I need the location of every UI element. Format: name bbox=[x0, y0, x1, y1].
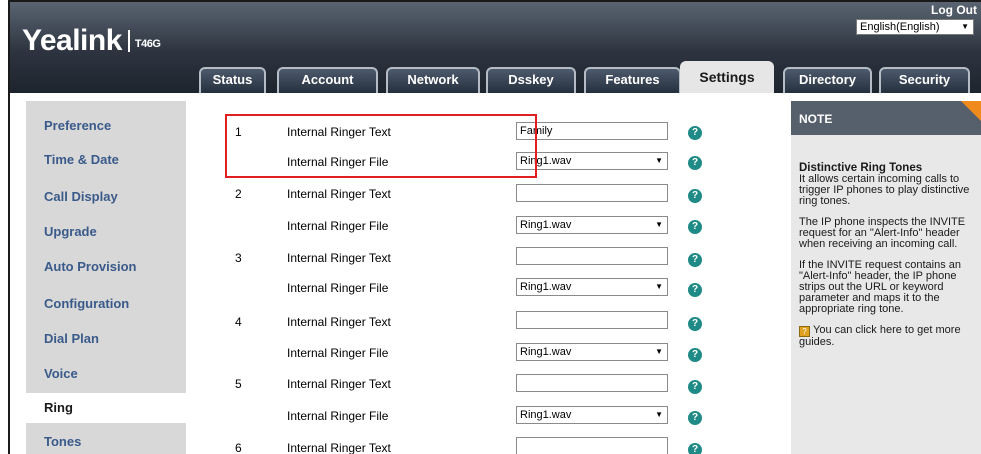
main-tabs: Status Account Network Dsskey Features S… bbox=[10, 61, 981, 94]
chevron-down-icon: ▼ bbox=[655, 156, 663, 165]
sidebar: Preference Time & Date Call Display Upgr… bbox=[26, 101, 186, 454]
help-icon[interactable]: ? bbox=[688, 156, 702, 170]
internal-ringer-file-label: Internal Ringer File bbox=[287, 281, 389, 295]
internal-ringer-text-input[interactable] bbox=[516, 374, 668, 392]
row-number: 6 bbox=[235, 441, 242, 454]
tab-directory[interactable]: Directory bbox=[783, 67, 872, 93]
tab-dsskey[interactable]: Dsskey bbox=[486, 67, 576, 93]
highlight-box bbox=[225, 114, 537, 178]
note-corner-icon bbox=[961, 101, 981, 121]
note-paragraph: The IP phone inspects the INVITE request… bbox=[799, 216, 966, 250]
internal-ringer-text-input[interactable] bbox=[516, 437, 668, 454]
internal-ringer-text-label: Internal Ringer Text bbox=[287, 251, 391, 265]
sidebar-item-auto-provision[interactable]: Auto Provision bbox=[26, 252, 186, 282]
tab-status[interactable]: Status bbox=[199, 67, 266, 93]
note-guide-link[interactable]: ? You can click here to get more guides. bbox=[799, 325, 975, 348]
internal-ringer-file-label: Internal Ringer File bbox=[287, 219, 389, 233]
note-paragraph: It allows certain incoming calls to trig… bbox=[799, 173, 970, 207]
sidebar-item-ring[interactable]: Ring bbox=[26, 393, 186, 423]
tab-network[interactable]: Network bbox=[386, 67, 480, 93]
browser-frame: Yealink T46G Log Out English(English) ▼ St… bbox=[8, 0, 981, 454]
internal-ringer-text-label: Internal Ringer Text bbox=[287, 315, 391, 329]
help-icon[interactable]: ? bbox=[688, 317, 702, 331]
internal-ringer-file-select[interactable]: Ring1.wav ▼ bbox=[516, 343, 668, 361]
help-icon[interactable]: ? bbox=[688, 189, 702, 203]
sidebar-item-time-date[interactable]: Time & Date bbox=[26, 145, 186, 175]
internal-ringer-file-select[interactable]: Ring1.wav ▼ bbox=[516, 152, 668, 170]
sidebar-item-tones[interactable]: Tones bbox=[26, 427, 186, 454]
chevron-down-icon: ▼ bbox=[655, 347, 663, 356]
sidebar-item-upgrade[interactable]: Upgrade bbox=[26, 217, 186, 247]
internal-ringer-file-select[interactable]: Ring1.wav ▼ bbox=[516, 216, 668, 234]
internal-ringer-text-input[interactable] bbox=[516, 247, 668, 265]
internal-ringer-text-input[interactable] bbox=[516, 311, 668, 329]
language-select[interactable]: English(English) ▼ bbox=[856, 19, 974, 35]
help-icon[interactable]: ? bbox=[688, 411, 702, 425]
internal-ringer-text-input[interactable]: Family bbox=[516, 122, 668, 140]
internal-ringer-file-select[interactable]: Ring1.wav ▼ bbox=[516, 278, 668, 296]
sidebar-item-voice[interactable]: Voice bbox=[26, 359, 186, 389]
internal-ringer-file-label: Internal Ringer File bbox=[287, 346, 389, 360]
header-bar: Yealink T46G Log Out English(English) ▼ St… bbox=[10, 2, 981, 94]
chevron-down-icon: ▼ bbox=[655, 410, 663, 419]
help-icon[interactable]: ? bbox=[688, 220, 702, 234]
row-number: 2 bbox=[235, 187, 242, 201]
sidebar-item-dial-plan[interactable]: Dial Plan bbox=[26, 324, 186, 354]
row-number: 4 bbox=[235, 315, 242, 329]
help-icon[interactable]: ? bbox=[688, 253, 702, 267]
logout-link[interactable]: Log Out bbox=[931, 3, 977, 17]
note-body: Distinctive Ring Tones It allows certain… bbox=[799, 162, 975, 358]
row-number: 3 bbox=[235, 251, 242, 265]
note-header: NOTE bbox=[791, 101, 981, 135]
internal-ringer-text-label: Internal Ringer Text bbox=[287, 187, 391, 201]
tab-settings[interactable]: Settings bbox=[680, 61, 774, 94]
yealink-logo: Yealink T46G bbox=[22, 24, 161, 57]
help-icon[interactable]: ? bbox=[688, 380, 702, 394]
internal-ringer-file-label: Internal Ringer File bbox=[287, 409, 389, 423]
sidebar-item-preference[interactable]: Preference bbox=[26, 111, 186, 141]
tab-security[interactable]: Security bbox=[879, 67, 970, 93]
internal-ringer-text-label: Internal Ringer Text bbox=[287, 441, 391, 454]
chevron-down-icon: ▼ bbox=[961, 22, 969, 31]
tab-features[interactable]: Features bbox=[584, 67, 681, 93]
help-icon[interactable]: ? bbox=[688, 348, 702, 362]
tab-account[interactable]: Account bbox=[277, 67, 378, 93]
internal-ringer-file-select[interactable]: Ring1.wav ▼ bbox=[516, 406, 668, 424]
help-icon[interactable]: ? bbox=[688, 283, 702, 297]
internal-ringer-text-label: Internal Ringer Text bbox=[287, 377, 391, 391]
note-paragraph: If the INVITE request contains an "Alert… bbox=[799, 259, 962, 315]
row-number: 5 bbox=[235, 377, 242, 391]
sidebar-item-call-display[interactable]: Call Display bbox=[26, 182, 186, 212]
note-panel: NOTE Distinctive Ring Tones It allows ce… bbox=[791, 101, 981, 454]
internal-ringer-text-input[interactable] bbox=[516, 184, 668, 202]
sidebar-item-configuration[interactable]: Configuration bbox=[26, 289, 186, 319]
chevron-down-icon: ▼ bbox=[655, 220, 663, 229]
chevron-down-icon: ▼ bbox=[655, 282, 663, 291]
help-icon[interactable]: ? bbox=[688, 126, 702, 140]
note-title: NOTE bbox=[799, 112, 833, 126]
help-icon[interactable]: ? bbox=[688, 443, 702, 454]
